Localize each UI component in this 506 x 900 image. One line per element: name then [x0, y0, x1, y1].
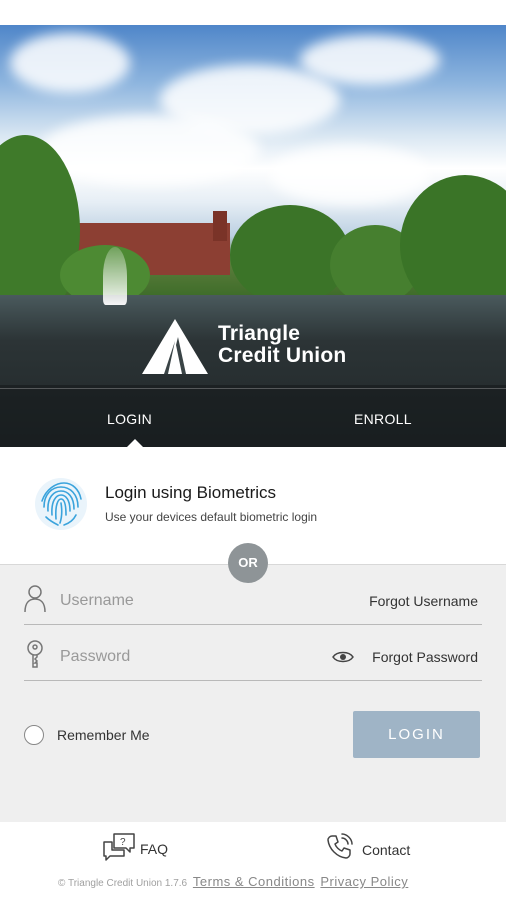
footer: ? FAQ Contact © Triangle Credit Union 1.…	[0, 822, 506, 900]
eye-icon[interactable]	[332, 649, 354, 665]
copyright: © Triangle Credit Union 1.7.6	[58, 878, 188, 889]
fountain	[103, 247, 127, 305]
tree	[400, 175, 506, 315]
cloud	[40, 115, 260, 185]
tab-login[interactable]: LOGIN	[107, 411, 152, 427]
forgot-username-link[interactable]: Forgot Username	[369, 593, 478, 609]
brand-logo: Triangle Credit Union	[142, 317, 372, 377]
brand-name: Triangle Credit Union	[218, 323, 346, 367]
phone-icon	[327, 833, 353, 859]
active-tab-indicator	[126, 439, 144, 447]
mill-tower	[213, 211, 227, 241]
biometric-title: Login using Biometrics	[105, 483, 277, 502]
privacy-link[interactable]: Privacy Policy	[320, 874, 408, 889]
svg-text:?: ?	[120, 837, 126, 848]
or-divider: OR	[228, 543, 268, 583]
password-row: Forgot Password	[24, 637, 482, 681]
terms-link[interactable]: Terms & Conditions	[193, 874, 315, 889]
password-input[interactable]	[60, 645, 290, 669]
fingerprint-icon[interactable]	[34, 477, 88, 531]
chat-question-icon: ?	[103, 833, 135, 861]
cloud	[270, 145, 430, 205]
cloud	[300, 35, 440, 85]
forgot-password-link[interactable]: Forgot Password	[372, 649, 478, 665]
key-icon	[27, 640, 43, 668]
remember-me-radio[interactable]	[24, 725, 44, 745]
contact-label: Contact	[362, 842, 411, 858]
legal-line: © Triangle Credit Union 1.7.6 Terms & Co…	[58, 874, 408, 889]
biometric-subtitle: Use your devices default biometric login	[105, 510, 318, 524]
app-screen: Triangle Credit Union LOGIN ENROLL Login…	[0, 0, 506, 900]
login-form: Forgot Username Forgot Password Remember…	[0, 564, 506, 822]
tab-enroll[interactable]: ENROLL	[354, 411, 412, 427]
hero-banner: Triangle Credit Union LOGIN ENROLL	[0, 25, 506, 447]
login-button[interactable]: LOGIN	[353, 711, 480, 758]
user-icon	[24, 585, 46, 613]
faq-label: FAQ	[140, 841, 169, 857]
cloud	[10, 33, 130, 93]
username-input[interactable]	[60, 589, 290, 613]
remember-me-label: Remember Me	[57, 727, 150, 743]
brand-name-line2: Credit Union	[218, 344, 347, 367]
brand-name-line1: Triangle	[218, 322, 301, 345]
username-row: Forgot Username	[24, 581, 482, 625]
triangle-logo-icon	[142, 319, 208, 374]
auth-tabs: LOGIN ENROLL	[0, 388, 506, 447]
